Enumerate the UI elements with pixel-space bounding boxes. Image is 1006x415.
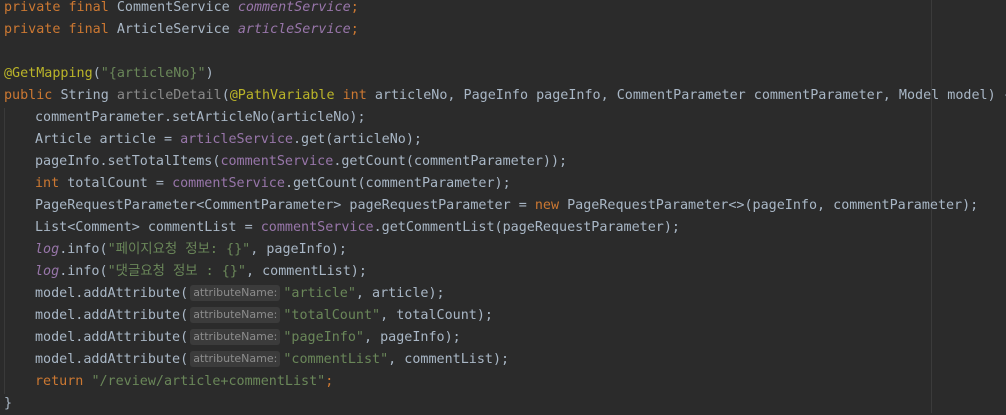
code-text: .info( bbox=[59, 242, 108, 257]
code-editor[interactable]: private final CommentService commentServ… bbox=[0, 0, 1006, 413]
field-name: articleService bbox=[237, 22, 351, 37]
code-line-19[interactable]: } bbox=[4, 393, 12, 415]
code-text: .info( bbox=[59, 264, 108, 279]
code-line-6[interactable]: commentParameter.setArticleNo(articleNo)… bbox=[4, 107, 366, 129]
field-name: commentService bbox=[237, 0, 351, 15]
parameter-hint: attributeName: bbox=[190, 307, 281, 323]
code-text: , article); bbox=[355, 286, 445, 301]
string-literal: "totalCount" bbox=[283, 308, 381, 323]
code-text: model.addAttribute( bbox=[35, 352, 189, 367]
code-line-4[interactable]: @GetMapping("{articleNo}") bbox=[4, 63, 214, 85]
semicolon: ; bbox=[325, 374, 334, 389]
code-text: model.addAttribute( bbox=[35, 308, 189, 323]
string-literal: "페이지요청 정보: {}" bbox=[107, 242, 251, 257]
type-name: CommentService bbox=[116, 0, 238, 15]
field-name: articleService bbox=[180, 132, 293, 147]
code-text: , pageInfo); bbox=[250, 242, 347, 257]
code-text: model.addAttribute( bbox=[35, 330, 189, 345]
code-line-17[interactable]: model.addAttribute(attributeName: "commen… bbox=[4, 349, 509, 371]
type-name: String bbox=[60, 88, 117, 103]
code-line-1[interactable]: private final CommentService commentServ… bbox=[4, 0, 359, 19]
code-text: , pageInfo); bbox=[363, 330, 461, 345]
annotation: @PathVariable bbox=[229, 88, 343, 103]
keyword: new bbox=[534, 198, 568, 213]
code-text: totalCount = bbox=[67, 176, 173, 191]
field-name: commentService bbox=[260, 220, 374, 235]
keyword: int bbox=[35, 176, 68, 191]
statement: commentParameter.setArticleNo(articleNo)… bbox=[35, 110, 366, 125]
code-line-9[interactable]: int totalCount = commentService.getCount… bbox=[4, 173, 511, 195]
keyword: public bbox=[4, 88, 61, 103]
code-line-18[interactable]: return "/review/article+commentList"; bbox=[4, 371, 333, 393]
paren: ( bbox=[221, 88, 230, 103]
type-name: ArticleService bbox=[116, 22, 238, 37]
code-line-16[interactable]: model.addAttribute(attributeName: "pageIn… bbox=[4, 327, 461, 349]
keyword: return bbox=[35, 374, 92, 389]
code-text: .getCommentList(pageRequestParameter); bbox=[373, 220, 680, 235]
keyword: private final bbox=[4, 0, 117, 15]
keyword: private final bbox=[4, 22, 117, 37]
code-text: Article article = bbox=[35, 132, 181, 147]
code-line-2[interactable]: private final ArticleService articleServ… bbox=[4, 19, 359, 41]
code-text: .get(articleNo); bbox=[293, 132, 422, 147]
paren: ( bbox=[92, 66, 101, 81]
parameter-hint: attributeName: bbox=[190, 329, 281, 345]
code-line-15[interactable]: model.addAttribute(attributeName: "totalC… bbox=[4, 305, 493, 327]
parameters: articleNo, PageInfo pageInfo, CommentPar… bbox=[374, 88, 1006, 103]
code-line-7[interactable]: Article article = articleService.get(art… bbox=[4, 129, 422, 151]
code-line-5[interactable]: public String articleDetail(@PathVariabl… bbox=[4, 85, 1006, 107]
parameter-hint: attributeName: bbox=[190, 285, 281, 301]
code-text: List<Comment> commentList = bbox=[35, 220, 261, 235]
code-line-14[interactable]: model.addAttribute(attributeName: "articl… bbox=[4, 283, 445, 305]
paren: ) bbox=[205, 66, 214, 81]
code-text: PageRequestParameter<CommentParameter> p… bbox=[35, 198, 535, 213]
code-text: , commentList); bbox=[245, 264, 367, 279]
method-name: articleDetail bbox=[116, 88, 222, 103]
code-line-11[interactable]: List<Comment> commentList = commentServi… bbox=[4, 217, 680, 239]
semicolon: ; bbox=[350, 22, 359, 37]
field-name: commentService bbox=[172, 176, 285, 191]
log-field: log bbox=[35, 264, 60, 279]
string-literal: "pageInfo" bbox=[283, 330, 364, 345]
code-text: , totalCount); bbox=[380, 308, 493, 323]
annotation: @GetMapping bbox=[4, 66, 93, 81]
string-literal: "article" bbox=[283, 286, 356, 301]
parameter-hint: attributeName: bbox=[190, 351, 281, 367]
field-name: commentService bbox=[220, 154, 334, 169]
code-line-8[interactable]: pageInfo.setTotalItems(commentService.ge… bbox=[4, 151, 567, 173]
code-text: .getCount(commentParameter); bbox=[284, 176, 511, 191]
code-text: pageInfo.setTotalItems( bbox=[35, 154, 221, 169]
code-line-13[interactable]: log.info("댓글요청 정보 : {}", commentList); bbox=[4, 261, 367, 283]
keyword: int bbox=[342, 88, 375, 103]
code-text: .getCount(commentParameter)); bbox=[333, 154, 568, 169]
string-literal: "/review/article+commentList" bbox=[91, 374, 326, 389]
closing-brace: } bbox=[4, 396, 13, 411]
code-text: , commentList); bbox=[388, 352, 510, 367]
code-line-12[interactable]: log.info("페이지요청 정보: {}", pageInfo); bbox=[4, 239, 347, 261]
string-literal: "{articleNo}" bbox=[100, 66, 206, 81]
semicolon: ; bbox=[350, 0, 359, 15]
string-literal: "댓글요청 정보 : {}" bbox=[107, 264, 246, 279]
code-line-10[interactable]: PageRequestParameter<CommentParameter> p… bbox=[4, 195, 978, 217]
string-literal: "commentList" bbox=[283, 352, 389, 367]
code-text: PageRequestParameter<>(pageInfo, comment… bbox=[567, 198, 979, 213]
code-text: model.addAttribute( bbox=[35, 286, 189, 301]
log-field: log bbox=[35, 242, 60, 257]
